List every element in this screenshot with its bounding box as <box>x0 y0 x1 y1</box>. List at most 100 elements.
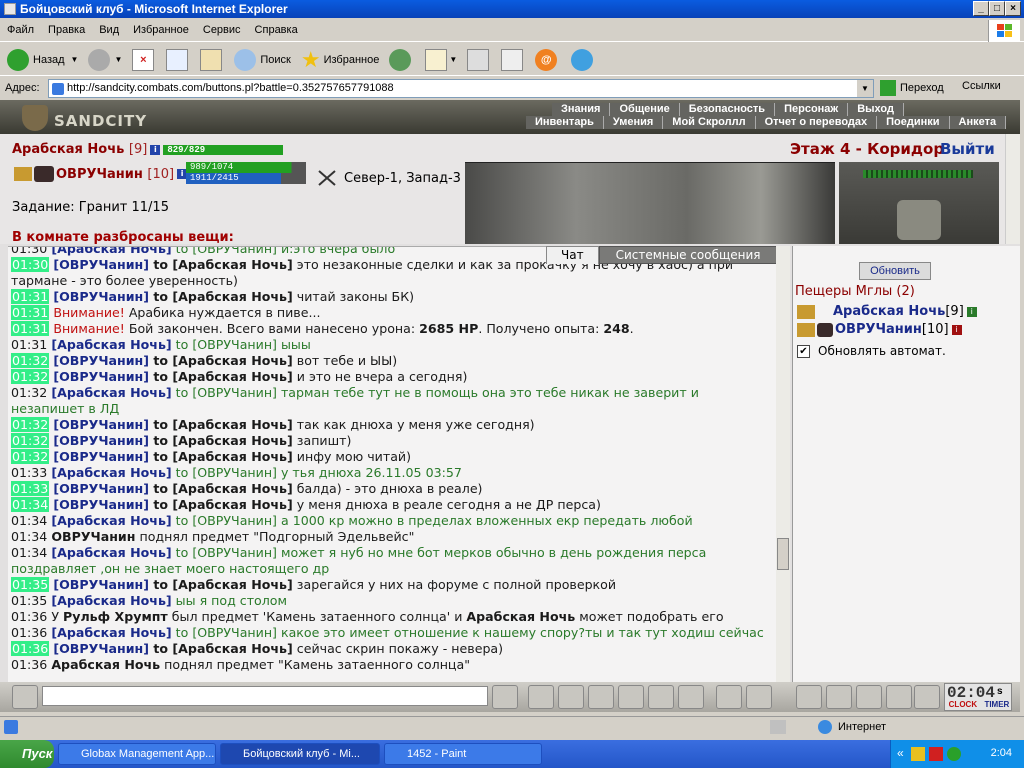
chat-sender[interactable]: [ОВРУЧанин] <box>53 577 149 592</box>
settings-icon[interactable] <box>746 685 772 709</box>
go-button[interactable]: Переход <box>880 80 944 96</box>
chat-sender[interactable]: [Арабская Ночь] <box>51 385 171 400</box>
player-name[interactable]: Арабская Ночь <box>12 142 124 157</box>
chat-timestamp[interactable]: 01:35 <box>11 577 50 592</box>
menu-edit[interactable]: Правка <box>41 20 92 36</box>
exit-link[interactable]: Выйти <box>940 140 995 158</box>
chat-sender[interactable]: [ОВРУЧанин] <box>53 449 149 464</box>
address-dropdown-icon[interactable]: ▼ <box>857 80 873 97</box>
chat-timestamp[interactable]: 01:33 <box>11 465 47 480</box>
sound-icon[interactable] <box>678 685 704 709</box>
nav-character[interactable]: Персонаж <box>775 103 849 116</box>
exit-icon[interactable] <box>914 685 940 709</box>
room-player-name[interactable]: Арабская Ночь <box>833 304 945 319</box>
chat-timestamp[interactable]: 01:30 <box>11 257 50 272</box>
room-player-name[interactable]: ОВРУЧанин <box>835 322 922 337</box>
address-input[interactable]: http://sandcity.combats.com/buttons.pl?b… <box>48 79 874 98</box>
nav-communication[interactable]: Общение <box>610 103 680 116</box>
minimize-button[interactable]: _ <box>973 1 989 16</box>
close-button[interactable]: × <box>1005 1 1021 16</box>
nav-inventory[interactable]: Инвентарь <box>526 116 604 129</box>
chat-timestamp[interactable]: 01:31 <box>11 321 50 336</box>
emoticon-icon[interactable] <box>716 685 742 709</box>
nav-knowledge[interactable]: Знания <box>552 103 611 116</box>
maximize-button[interactable]: □ <box>989 1 1005 16</box>
auto-update-checkbox[interactable]: ✔ <box>797 344 810 358</box>
chat-sender[interactable]: [Арабская Ночь] <box>51 593 171 608</box>
scroll-icon[interactable] <box>826 685 852 709</box>
messenger-button[interactable] <box>568 46 600 74</box>
refresh-button[interactable]: Обновить <box>859 262 931 280</box>
back-button[interactable]: Назад ▼ <box>4 46 81 74</box>
home-button[interactable] <box>197 46 227 74</box>
chat-timestamp[interactable]: 01:31 <box>11 305 50 320</box>
chat-timestamp[interactable]: 01:36 <box>11 657 47 672</box>
chat-sender[interactable]: [ОВРУЧанин] <box>53 369 149 384</box>
edit-button[interactable] <box>498 46 528 74</box>
chat-timestamp[interactable]: 01:33 <box>11 481 50 496</box>
smiley-menu-icon[interactable] <box>12 685 38 709</box>
chat-timestamp[interactable]: 01:36 <box>11 641 50 656</box>
favorites-button[interactable]: ★ Избранное <box>298 46 382 74</box>
tab-chat[interactable]: Чат <box>546 246 599 264</box>
menu-help[interactable]: Справка <box>248 20 305 36</box>
start-button[interactable]: Пуск <box>0 740 54 768</box>
tray-expand-icon[interactable]: « <box>897 746 904 760</box>
menu-favorites[interactable]: Избранное <box>126 20 196 36</box>
chat-timestamp[interactable]: 01:32 <box>11 417 50 432</box>
tray-status-icon[interactable] <box>947 747 961 761</box>
nav-transfers[interactable]: Отчет о переводах <box>756 116 878 129</box>
nav-skills[interactable]: Умения <box>604 116 664 129</box>
menu-view[interactable]: Вид <box>92 20 126 36</box>
links-button[interactable]: Ссылки <box>962 80 1001 92</box>
refresh-button[interactable] <box>163 46 193 74</box>
chat-timestamp[interactable]: 01:35 <box>11 593 47 608</box>
chat-scroll-thumb[interactable] <box>777 538 789 570</box>
direction-knob-icon[interactable] <box>897 200 941 240</box>
chat-sender[interactable]: [ОВРУЧанин] <box>53 497 149 512</box>
chat-sender[interactable]: [ОВРУЧанин] <box>53 353 149 368</box>
tray-network-icon[interactable] <box>929 747 943 761</box>
group-icon[interactable] <box>856 685 882 709</box>
chat-sender[interactable]: [ОВРУЧанин] <box>53 289 149 304</box>
chat-timestamp[interactable]: 01:34 <box>11 545 47 560</box>
forward-button[interactable]: ▼ <box>85 46 125 74</box>
tray-app-icon[interactable] <box>911 747 925 761</box>
at-button[interactable]: @ <box>532 46 564 74</box>
fight-icon[interactable] <box>618 685 644 709</box>
info-icon[interactable]: i <box>966 306 977 317</box>
chat-sender[interactable]: [Арабская Ночь] <box>51 465 171 480</box>
info-icon[interactable]: i <box>951 324 962 335</box>
task-paint[interactable]: 1452 - Paint <box>384 743 542 765</box>
nav-exit[interactable]: Выход <box>848 103 904 116</box>
chat-timestamp[interactable]: 01:30 <box>11 247 47 256</box>
chat-timestamp[interactable]: 01:32 <box>11 449 50 464</box>
chat-timestamp[interactable]: 01:34 <box>11 497 50 512</box>
chat-timestamp[interactable]: 01:32 <box>11 433 50 448</box>
history-button[interactable] <box>386 46 418 74</box>
filter-icon[interactable] <box>558 685 584 709</box>
chat-timestamp[interactable]: 01:31 <box>11 289 50 304</box>
nav-security[interactable]: Безопасность <box>680 103 776 116</box>
top-scrollbar[interactable] <box>1005 134 1020 244</box>
movement-control[interactable] <box>839 162 999 244</box>
stop-button[interactable]: × <box>129 46 159 74</box>
chat-sender[interactable]: [Арабская Ночь] <box>51 545 171 560</box>
chat-timestamp[interactable]: 01:34 <box>11 529 47 544</box>
chat-scrollbar[interactable] <box>776 246 790 682</box>
inventory-icon[interactable] <box>886 685 912 709</box>
send-icon[interactable] <box>492 685 518 709</box>
clear-icon[interactable] <box>528 685 554 709</box>
menu-file[interactable]: Файл <box>0 20 41 36</box>
chat-input[interactable] <box>42 686 488 706</box>
chat-sender[interactable]: [ОВРУЧанин] <box>53 257 149 272</box>
private-icon[interactable] <box>648 685 674 709</box>
site-logo[interactable]: SANDCITY <box>14 102 154 132</box>
opponent-name[interactable]: ОВРУЧанин <box>56 167 143 182</box>
chat-sender[interactable]: [Арабская Ночь] <box>51 247 171 256</box>
chat-sender[interactable]: [ОВРУЧанин] <box>53 481 149 496</box>
menu-tools[interactable]: Сервис <box>196 20 248 36</box>
system-clock[interactable]: 2:04 <box>991 747 1012 759</box>
task-globax[interactable]: Globax Management App... <box>58 743 216 765</box>
chat-timestamp[interactable]: 01:36 <box>11 609 47 624</box>
